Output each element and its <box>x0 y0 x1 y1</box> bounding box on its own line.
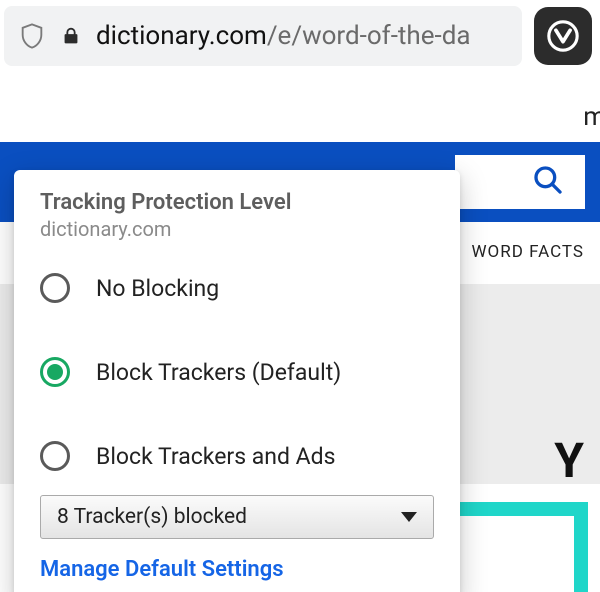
popup-title: Tracking Protection Level <box>18 188 456 215</box>
site-search-box[interactable] <box>450 150 590 214</box>
search-icon[interactable] <box>532 164 564 200</box>
address-path: /e/word-of-the-da <box>267 21 471 51</box>
site-tab-word-facts[interactable]: WORD FACTS <box>471 242 584 262</box>
address-host: dictionary.com <box>96 21 267 51</box>
radio-icon <box>40 357 70 387</box>
lock-icon <box>60 25 82 47</box>
address-bar[interactable]: dictionary.com/e/word-of-the-da <box>4 6 522 66</box>
shield-icon[interactable] <box>18 22 46 50</box>
dropdown-icon <box>401 512 417 522</box>
address-text: dictionary.com/e/word-of-the-da <box>96 21 471 51</box>
browser-topbar: dictionary.com/e/word-of-the-da <box>0 0 600 72</box>
radio-icon <box>40 441 70 471</box>
popup-site: dictionary.com <box>18 215 456 249</box>
option-no-blocking[interactable]: No Blocking <box>18 253 456 323</box>
option-label: Block Trackers and Ads <box>96 443 336 470</box>
option-label: No Blocking <box>96 275 219 302</box>
option-block-trackers[interactable]: Block Trackers (Default) <box>18 323 456 421</box>
blocked-trackers-label: 8 Tracker(s) blocked <box>57 505 247 529</box>
radio-icon <box>40 273 70 303</box>
page-background: m WORD FACTS Y Tracking Protection Level… <box>0 72 600 592</box>
partial-text-m: m <box>583 102 600 132</box>
option-label: Block Trackers (Default) <box>96 359 341 386</box>
page-heading-letter: Y <box>554 432 584 489</box>
vivaldi-menu-button[interactable] <box>534 7 592 65</box>
tracking-level-options: No Blocking Block Trackers (Default) Blo… <box>18 253 456 491</box>
blocked-trackers-button[interactable]: 8 Tracker(s) blocked <box>40 495 434 539</box>
tracking-protection-popup: Tracking Protection Level dictionary.com… <box>14 170 460 592</box>
option-block-trackers-ads[interactable]: Block Trackers and Ads <box>18 421 456 491</box>
manage-default-settings-link[interactable]: Manage Default Settings <box>18 539 456 590</box>
